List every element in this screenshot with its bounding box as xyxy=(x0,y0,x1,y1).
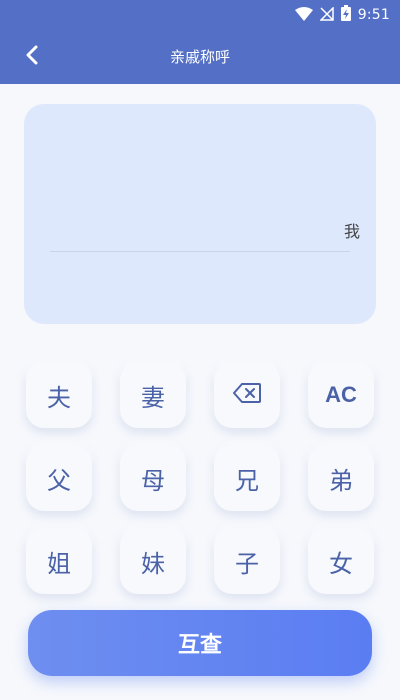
key-younger-sister[interactable]: 妹 xyxy=(120,528,186,594)
key-elder-brother[interactable]: 兄 xyxy=(214,445,280,511)
key-wife[interactable]: 妻 xyxy=(120,362,186,428)
result-text: 我 xyxy=(343,222,360,241)
key-clear[interactable]: AC xyxy=(308,362,374,428)
status-icons: 9:51 xyxy=(294,5,390,25)
mutual-query-button[interactable]: 互查 xyxy=(28,610,372,676)
display-divider xyxy=(50,251,350,252)
keypad: 夫 妻 AC 父 母 兄 弟 姐 妹 子 女 xyxy=(26,362,374,594)
battery-charging-icon xyxy=(340,5,351,25)
app-bar: 9:51 亲戚称呼 xyxy=(0,0,400,84)
key-son[interactable]: 子 xyxy=(214,528,280,594)
backspace-icon xyxy=(233,381,261,409)
key-mother[interactable]: 母 xyxy=(120,445,186,511)
key-elder-sister[interactable]: 姐 xyxy=(26,528,92,594)
key-younger-brother[interactable]: 弟 xyxy=(308,445,374,511)
page-title: 亲戚称呼 xyxy=(169,48,230,66)
signal-off-icon xyxy=(318,5,334,25)
status-bar: 9:51 xyxy=(0,0,400,30)
key-husband[interactable]: 夫 xyxy=(26,362,92,428)
result-display: 我 xyxy=(24,104,376,324)
status-time: 9:51 xyxy=(357,7,390,23)
key-backspace[interactable] xyxy=(214,362,280,428)
toolbar: 亲戚称呼 xyxy=(0,30,400,84)
wifi-icon xyxy=(294,6,313,25)
key-daughter[interactable]: 女 xyxy=(308,528,374,594)
key-father[interactable]: 父 xyxy=(26,445,92,511)
